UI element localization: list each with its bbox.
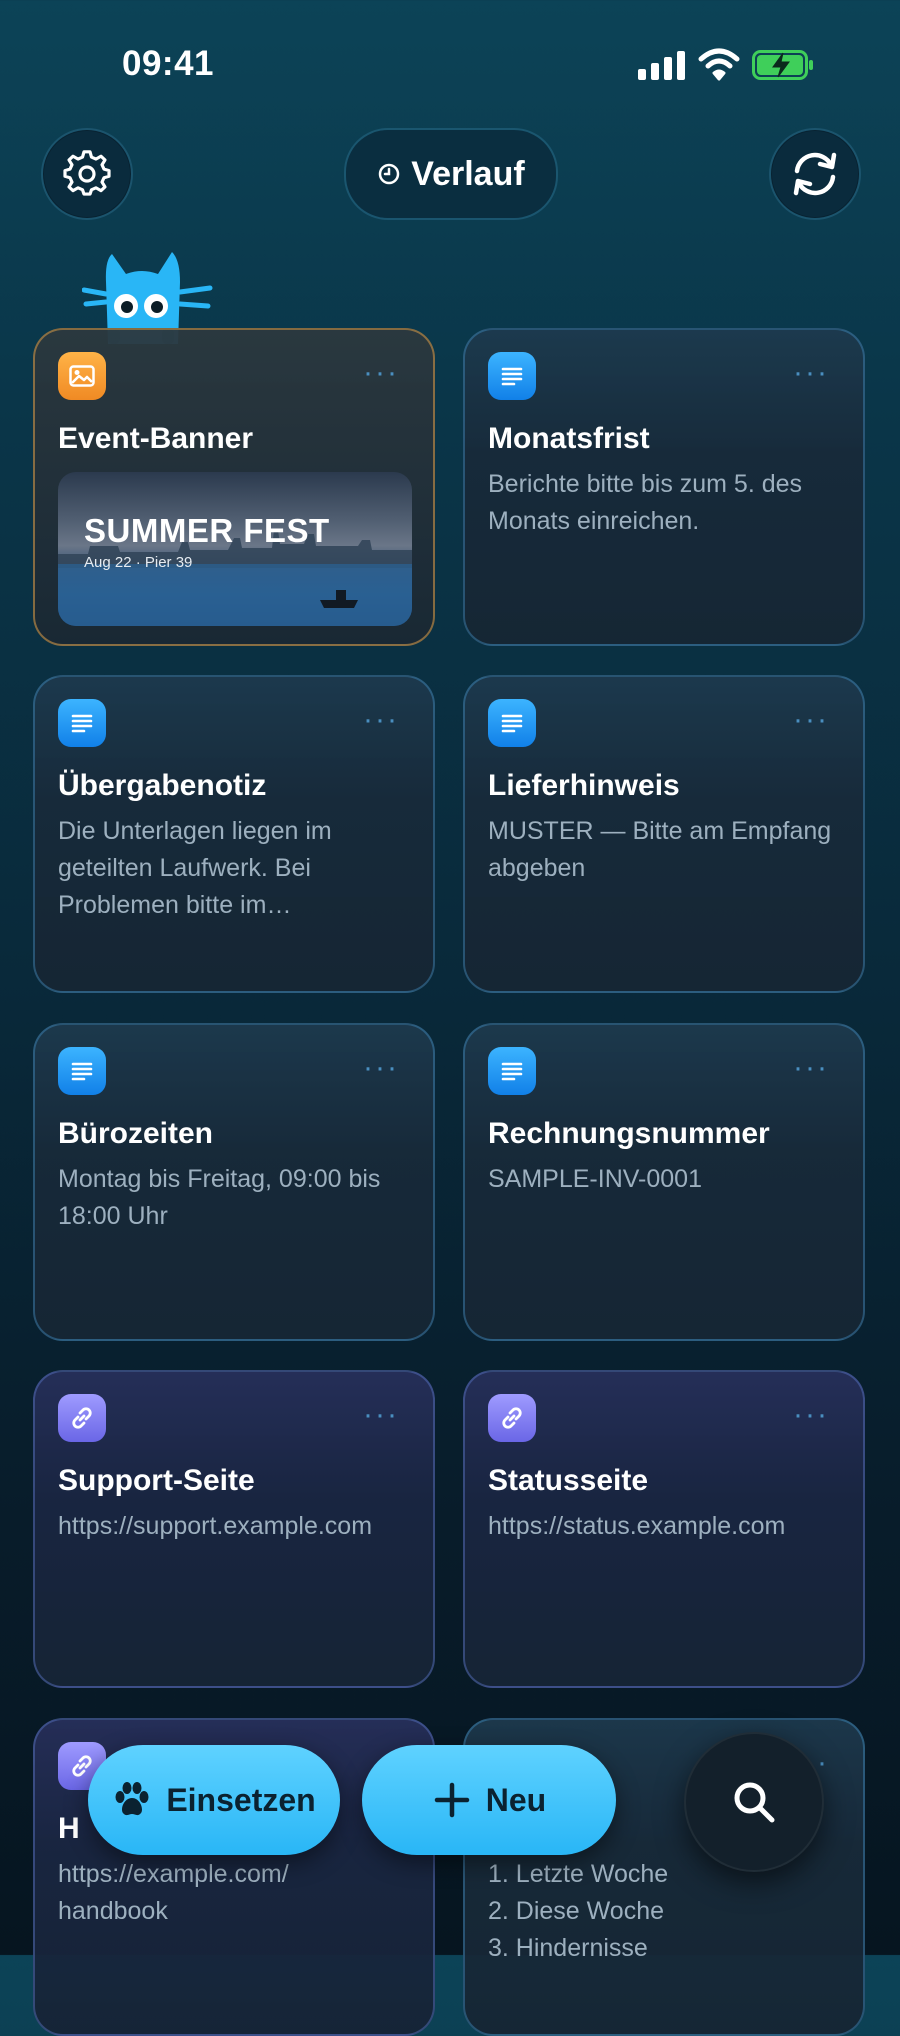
clip-card-uebergabenotiz[interactable]: ··· Übergabenotiz Die Unterlagen liegen …: [33, 675, 435, 993]
text-type-icon: [488, 1047, 536, 1095]
status-bar: 09:41: [0, 0, 900, 120]
text-type-icon: [58, 699, 106, 747]
status-time: 09:41: [122, 44, 215, 83]
clip-card-buerozeiten[interactable]: ··· Bürozeiten Montag bis Freitag, 09:00…: [33, 1023, 435, 1341]
cellular-signal-icon: [638, 50, 686, 80]
new-label: Neu: [485, 1781, 547, 1818]
card-body: Die Unterlagen liegen im geteilten Laufw…: [58, 817, 332, 919]
clip-card-lieferhinweis[interactable]: ··· Lieferhinweis MUSTER — Bitte am Empf…: [463, 675, 865, 993]
refresh-icon: [793, 152, 837, 196]
gear-icon: [63, 150, 111, 196]
card-body: Berichte bitte bis zum 5. des Monats ein…: [488, 470, 803, 535]
more-options-icon[interactable]: ···: [363, 1400, 399, 1430]
card-title: Bürozeiten: [58, 1117, 214, 1150]
paw-icon: [115, 1782, 149, 1816]
history-button[interactable]: Verlauf: [344, 128, 558, 220]
card-title: Lieferhinweis: [488, 769, 680, 802]
card-body: 1. Letzte Woche 2. Diese Woche 3. Hinder…: [488, 1860, 669, 1962]
more-options-icon[interactable]: ···: [793, 1400, 829, 1430]
text-type-icon: [488, 352, 536, 400]
event-banner-image: SUMMER FEST Aug 22 · Pier 39: [58, 472, 412, 626]
new-clip-button[interactable]: Neu: [362, 1745, 616, 1855]
card-link-url: https://status.example.com: [488, 1512, 786, 1540]
plus-icon: [434, 1782, 470, 1818]
text-type-icon: [488, 699, 536, 747]
banner-headline: SUMMER FEST: [84, 512, 330, 549]
more-options-icon[interactable]: ···: [793, 358, 829, 388]
link-type-icon: [488, 1394, 536, 1442]
history-label: Verlauf: [411, 154, 525, 193]
more-options-icon[interactable]: ···: [363, 705, 399, 735]
card-title: Monatsfrist: [488, 422, 650, 455]
clip-card-event-banner[interactable]: ··· Event-Banner SUMMER FEST Aug 22 · Pi…: [33, 328, 435, 646]
more-options-icon[interactable]: ···: [363, 358, 399, 388]
battery-charging-icon: [752, 50, 813, 80]
more-options-icon[interactable]: ···: [793, 705, 829, 735]
clip-card-rechnungsnummer[interactable]: ··· Rechnungsnummer SAMPLE-INV-0001: [463, 1023, 865, 1341]
paste-button[interactable]: Einsetzen: [88, 1745, 340, 1855]
paste-label: Einsetzen: [166, 1781, 316, 1818]
card-body: SAMPLE-INV-0001: [488, 1165, 702, 1193]
clip-card-statusseite[interactable]: ··· Statusseite https://status.example.c…: [463, 1370, 865, 1688]
card-title: Rechnungsnummer: [488, 1117, 770, 1150]
card-title: Event-Banner: [58, 422, 254, 455]
card-link-url: https://support.example.com: [58, 1512, 373, 1540]
wifi-icon: [698, 48, 740, 81]
clock-icon: [379, 163, 400, 185]
clip-card-monatsfrist[interactable]: ··· Monatsfrist Berichte bitte bis zum 5…: [463, 328, 865, 646]
search-button[interactable]: [684, 1732, 824, 1872]
card-body: MUSTER — Bitte am Empfang abgeben: [488, 817, 832, 882]
text-type-icon: [58, 1047, 106, 1095]
settings-button[interactable]: [41, 128, 133, 220]
card-title: Übergabenotiz: [58, 769, 267, 802]
clip-card-support-seite[interactable]: ··· Support-Seite https://support.exampl…: [33, 1370, 435, 1688]
card-title: Support-Seite: [58, 1464, 255, 1497]
card-link-url: https://example.com/ handbook: [58, 1860, 289, 1925]
card-body: Montag bis Freitag, 09:00 bis 18:00 Uhr: [58, 1165, 381, 1230]
more-options-icon[interactable]: ···: [363, 1053, 399, 1083]
more-options-icon[interactable]: ···: [793, 1053, 829, 1083]
card-title: H: [58, 1812, 80, 1845]
card-title: Statusseite: [488, 1464, 649, 1497]
image-type-icon: [58, 352, 106, 400]
search-icon: [734, 1782, 775, 1823]
banner-subline: Aug 22 · Pier 39: [84, 554, 193, 571]
sync-button[interactable]: [769, 128, 861, 220]
link-type-icon: [58, 1394, 106, 1442]
